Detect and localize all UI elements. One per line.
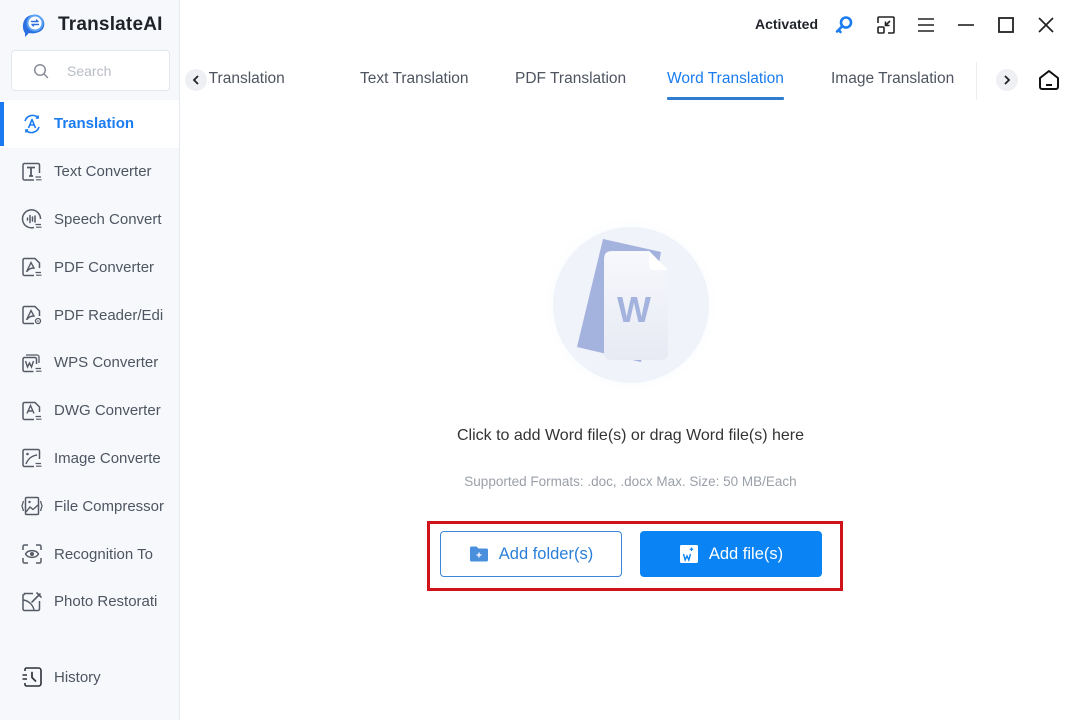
folder-add-icon [469,546,488,562]
sidebar-item-pdf-reader[interactable]: PDF Reader/Edi [0,291,179,339]
menu-button[interactable] [914,13,938,37]
sidebar-item-label: DWG Converter [54,402,161,420]
chevron-right-icon [1004,75,1011,85]
sidebar-item-wps-converter[interactable]: WPS Converter [0,339,179,387]
tabs-divider [976,62,977,100]
sidebar-item-label: Text Converter [54,163,152,181]
home-icon [1039,70,1059,90]
sidebar-nav: Translation Text Converter Speech Conver… [0,100,179,640]
menu-icon [918,18,934,32]
add-folder-button[interactable]: Add folder(s) [440,531,622,577]
sidebar-item-recognition-tool[interactable]: Recognition To [0,530,179,578]
sidebar-item-speech-convert[interactable]: Speech Convert [0,196,179,244]
add-file-button[interactable]: Add file(s) [640,531,822,577]
tab-pdf-translation[interactable]: PDF Translation [515,70,626,88]
activation-status: Activated [754,16,818,32]
tab-document-translation[interactable]: Document Translation [194,70,285,88]
image-converter-icon [22,449,42,468]
sidebar-item-label: PDF Converter [54,258,155,276]
shrink-icon [877,16,895,34]
history-icon [22,667,42,687]
search-box[interactable] [11,50,170,91]
sidebar-item-dwg-converter[interactable]: DWG Converter [0,387,179,435]
chevron-left-icon [192,75,199,85]
sidebar-item-label: Translation [54,115,135,133]
sidebar-item-label: File Compressor [54,497,164,515]
close-button[interactable] [1034,13,1058,37]
tab-strip: Document Translation Text Translation PD… [194,60,976,102]
sidebar-item-translation[interactable]: Translation [0,100,179,148]
app-logo: TranslateAI [20,10,163,40]
tabs-scroll-left-button[interactable] [185,69,207,91]
sidebar-item-image-converter[interactable]: Image Converte [0,435,179,483]
translation-tabs: Document Translation Text Translation PD… [180,60,1080,102]
app-name: TranslateAI [58,14,163,35]
wps-converter-icon [22,354,42,373]
compact-mode-button[interactable] [874,13,898,37]
home-button[interactable] [1037,68,1061,92]
add-folder-label: Add folder(s) [498,544,594,563]
maximize-button[interactable] [994,13,1018,37]
history-button[interactable]: History [0,653,179,701]
sidebar: TranslateAI Translation [0,0,180,720]
sidebar-item-text-converter[interactable]: Text Converter [0,148,179,196]
close-icon [1038,17,1054,33]
history-label: History [54,668,101,686]
tab-word-translation[interactable]: Word Translation [667,70,784,100]
drop-instruction: Click to add Word file(s) or drag Word f… [456,427,805,444]
file-compressor-icon [21,497,43,516]
sidebar-item-label: Photo Restorati [54,593,158,611]
sidebar-item-label: Recognition To [54,545,153,563]
speech-convert-icon [21,209,42,230]
sidebar-item-file-compressor[interactable]: File Compressor [0,482,179,530]
illustration-letter: W [617,289,651,330]
sidebar-item-pdf-converter[interactable]: PDF Converter [0,243,179,291]
word-file-add-icon [679,545,698,563]
photo-restoration-icon [22,592,42,612]
pdf-converter-icon [22,258,42,277]
app-window: TranslateAI Translation [0,0,1080,720]
text-converter-icon [22,162,42,181]
tabs-scroll-right-button[interactable] [996,69,1018,91]
sidebar-item-label: WPS Converter [54,354,159,372]
title-bar: Activated [180,0,1080,50]
maximize-icon [998,17,1014,33]
dwg-converter-icon [22,401,42,420]
sidebar-item-photo-restoration[interactable]: Photo Restorati [0,578,179,626]
add-file-label: Add file(s) [708,544,784,563]
sidebar-item-label: PDF Reader/Edi [54,306,164,324]
license-key-button[interactable] [832,13,856,37]
search-input[interactable] [67,62,157,79]
minimize-icon [958,24,974,26]
minimize-button[interactable] [954,13,978,37]
tab-image-translation[interactable]: Image Translation [831,70,954,88]
translation-icon [24,114,40,134]
sidebar-item-label: Speech Convert [54,210,162,228]
supported-formats-note: Supported Formats: .doc, .docx Max. Size… [464,474,797,489]
word-file-drop-zone[interactable]: W Click to add Word file(s) or drag Word… [181,102,1080,720]
recognition-icon [22,544,42,564]
pdf-reader-icon [22,305,42,325]
translateai-logo-icon [22,14,45,37]
search-icon [33,63,49,78]
nav-fade-overlay [0,632,179,644]
sidebar-item-label: Image Converte [54,449,161,467]
key-icon [835,16,853,34]
word-document-illustration: W [541,217,721,392]
tab-text-translation[interactable]: Text Translation [360,70,469,88]
